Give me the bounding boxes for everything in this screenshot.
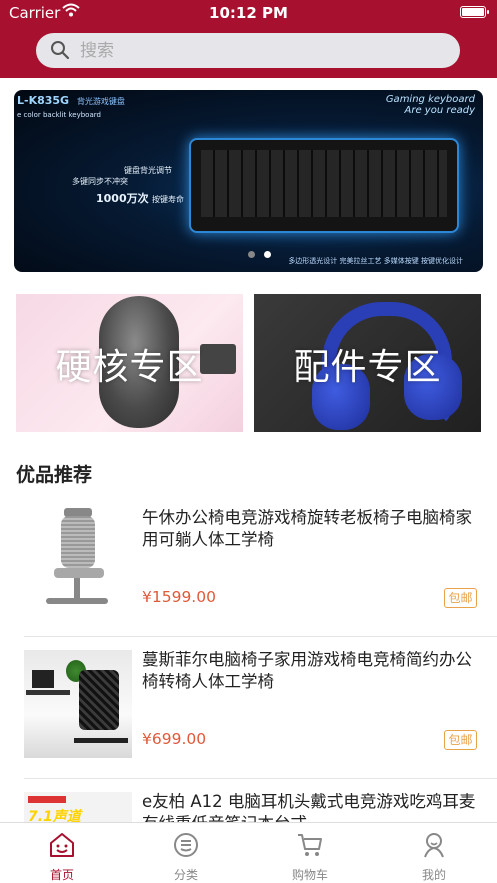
category-icon <box>172 831 200 859</box>
profile-icon <box>420 831 448 859</box>
banner-feature: 键盘背光调节 <box>124 166 172 175</box>
banner-model-text: L-K835G 背光游戏键盘 e color backlit keyboard <box>17 94 125 119</box>
tab-profile[interactable]: 我的 <box>372 823 496 883</box>
zone-title: 配件专区 <box>293 347 442 388</box>
battery-icon <box>460 6 489 18</box>
search-icon <box>50 40 70 64</box>
product-thumbnail <box>24 650 132 758</box>
tab-bar: 首页 分类 购物车 我的 <box>0 822 497 883</box>
product-card[interactable]: 蔓斯菲尔电脑椅子家用游戏椅电竞椅简约办公椅转椅人体工学椅 ¥699.00 包邮 <box>0 637 497 779</box>
tab-category[interactable]: 分类 <box>124 823 248 883</box>
section-title: 优品推荐 <box>16 464 93 486</box>
carousel-dot[interactable] <box>248 251 255 258</box>
carousel-dot-active[interactable] <box>264 251 271 258</box>
zone-title: 硬核专区 <box>55 347 204 388</box>
product-name: 午休办公椅电竞游戏椅旋转老板椅子电脑椅家用可躺人体工学椅 <box>142 508 472 549</box>
tab-label: 购物车 <box>291 868 328 882</box>
banner-feature: 1000万次 <box>96 192 149 205</box>
product-price: ¥1599.00 <box>142 588 216 606</box>
product-card[interactable]: 午休办公椅电竞游戏椅旋转老板椅子电脑椅家用可躺人体工学椅 ¥1599.00 包邮 <box>0 495 497 637</box>
free-shipping-badge: 包邮 <box>444 730 477 750</box>
header: Carrier 10:12 PM <box>0 0 497 78</box>
clock: 10:12 PM <box>209 4 288 22</box>
product-thumbnail <box>24 508 132 616</box>
carousel-indicator[interactable] <box>248 243 280 262</box>
tab-label: 分类 <box>173 868 198 882</box>
banner-feature: 多键同步不冲突 <box>72 177 128 186</box>
search-input[interactable] <box>80 37 440 64</box>
search-bar[interactable] <box>36 33 460 68</box>
status-bar: Carrier 10:12 PM <box>0 0 497 26</box>
home-icon <box>48 831 76 859</box>
free-shipping-badge: 包邮 <box>444 588 477 608</box>
product-price: ¥699.00 <box>142 730 207 748</box>
product-name: 蔓斯菲尔电脑椅子家用游戏椅电竞椅简约办公椅转椅人体工学椅 <box>142 650 472 691</box>
zone-hardcore[interactable]: 硬核专区 <box>16 294 243 432</box>
tab-label: 我的 <box>421 868 446 882</box>
tab-cart[interactable]: 购物车 <box>248 823 372 883</box>
tab-home[interactable]: 首页 <box>0 823 124 883</box>
keyboard-image <box>189 138 459 233</box>
cart-icon <box>296 831 324 859</box>
banner-feature: 按键寿命 <box>152 195 184 204</box>
banner-tagline: Gaming keyboard Are you ready <box>385 94 475 116</box>
banner-carousel[interactable]: L-K835G 背光游戏键盘 e color backlit keyboard … <box>14 90 483 272</box>
zone-accessories[interactable]: 配件专区 <box>254 294 481 432</box>
banner-footer: 多边形透光设计 完美拉丝工艺 多媒体按键 按键优化设计 <box>288 257 463 265</box>
tab-label: 首页 <box>49 868 74 882</box>
